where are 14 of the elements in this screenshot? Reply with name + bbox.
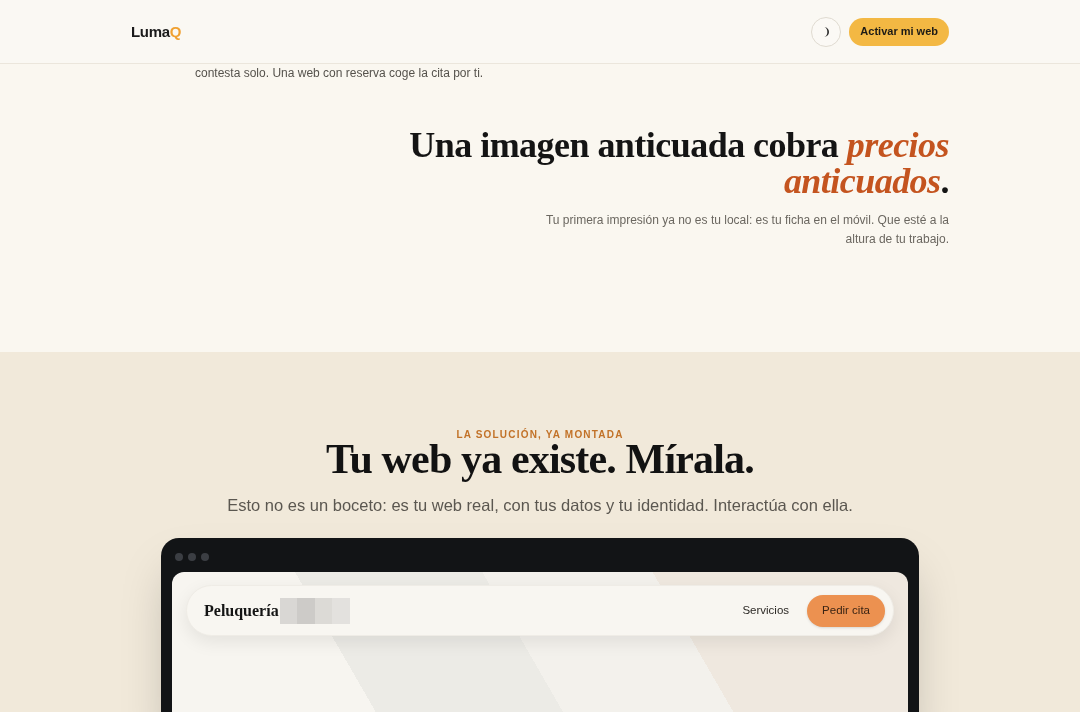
moon-icon: [822, 26, 830, 37]
section-text: Esto no es un boceto: es tu web real, con tus datos y tu identidad. Interactúa con ella.: [227, 495, 853, 516]
section-text: Tu primera impresión ya no es tu local: es tu ficha en el móvil. Que esté a la altura de tu trabajo.: [544, 212, 949, 248]
salon-brand-name: Peluquería: [204, 600, 279, 622]
section-heading: Tu web ya existe. Mírala.: [326, 438, 754, 480]
activate-web-button[interactable]: Activar mi web: [849, 17, 949, 46]
intro-text: contesta solo. Una web con reserva coge la cita por ti.: [195, 65, 484, 81]
theme-toggle-button[interactable]: [811, 16, 842, 47]
site-logo[interactable]: LumaQ: [131, 19, 182, 44]
section-heading: Una imagen anticuada cobra precios anticuados.: [408, 127, 949, 199]
book-appointment-button[interactable]: Pedir cita: [807, 594, 885, 627]
nav-link[interactable]: Servicios: [742, 601, 790, 620]
pixelated-block: [279, 597, 350, 624]
eyebrow-label: LA SOLUCIÓN, YA MONTADA: [456, 429, 624, 441]
